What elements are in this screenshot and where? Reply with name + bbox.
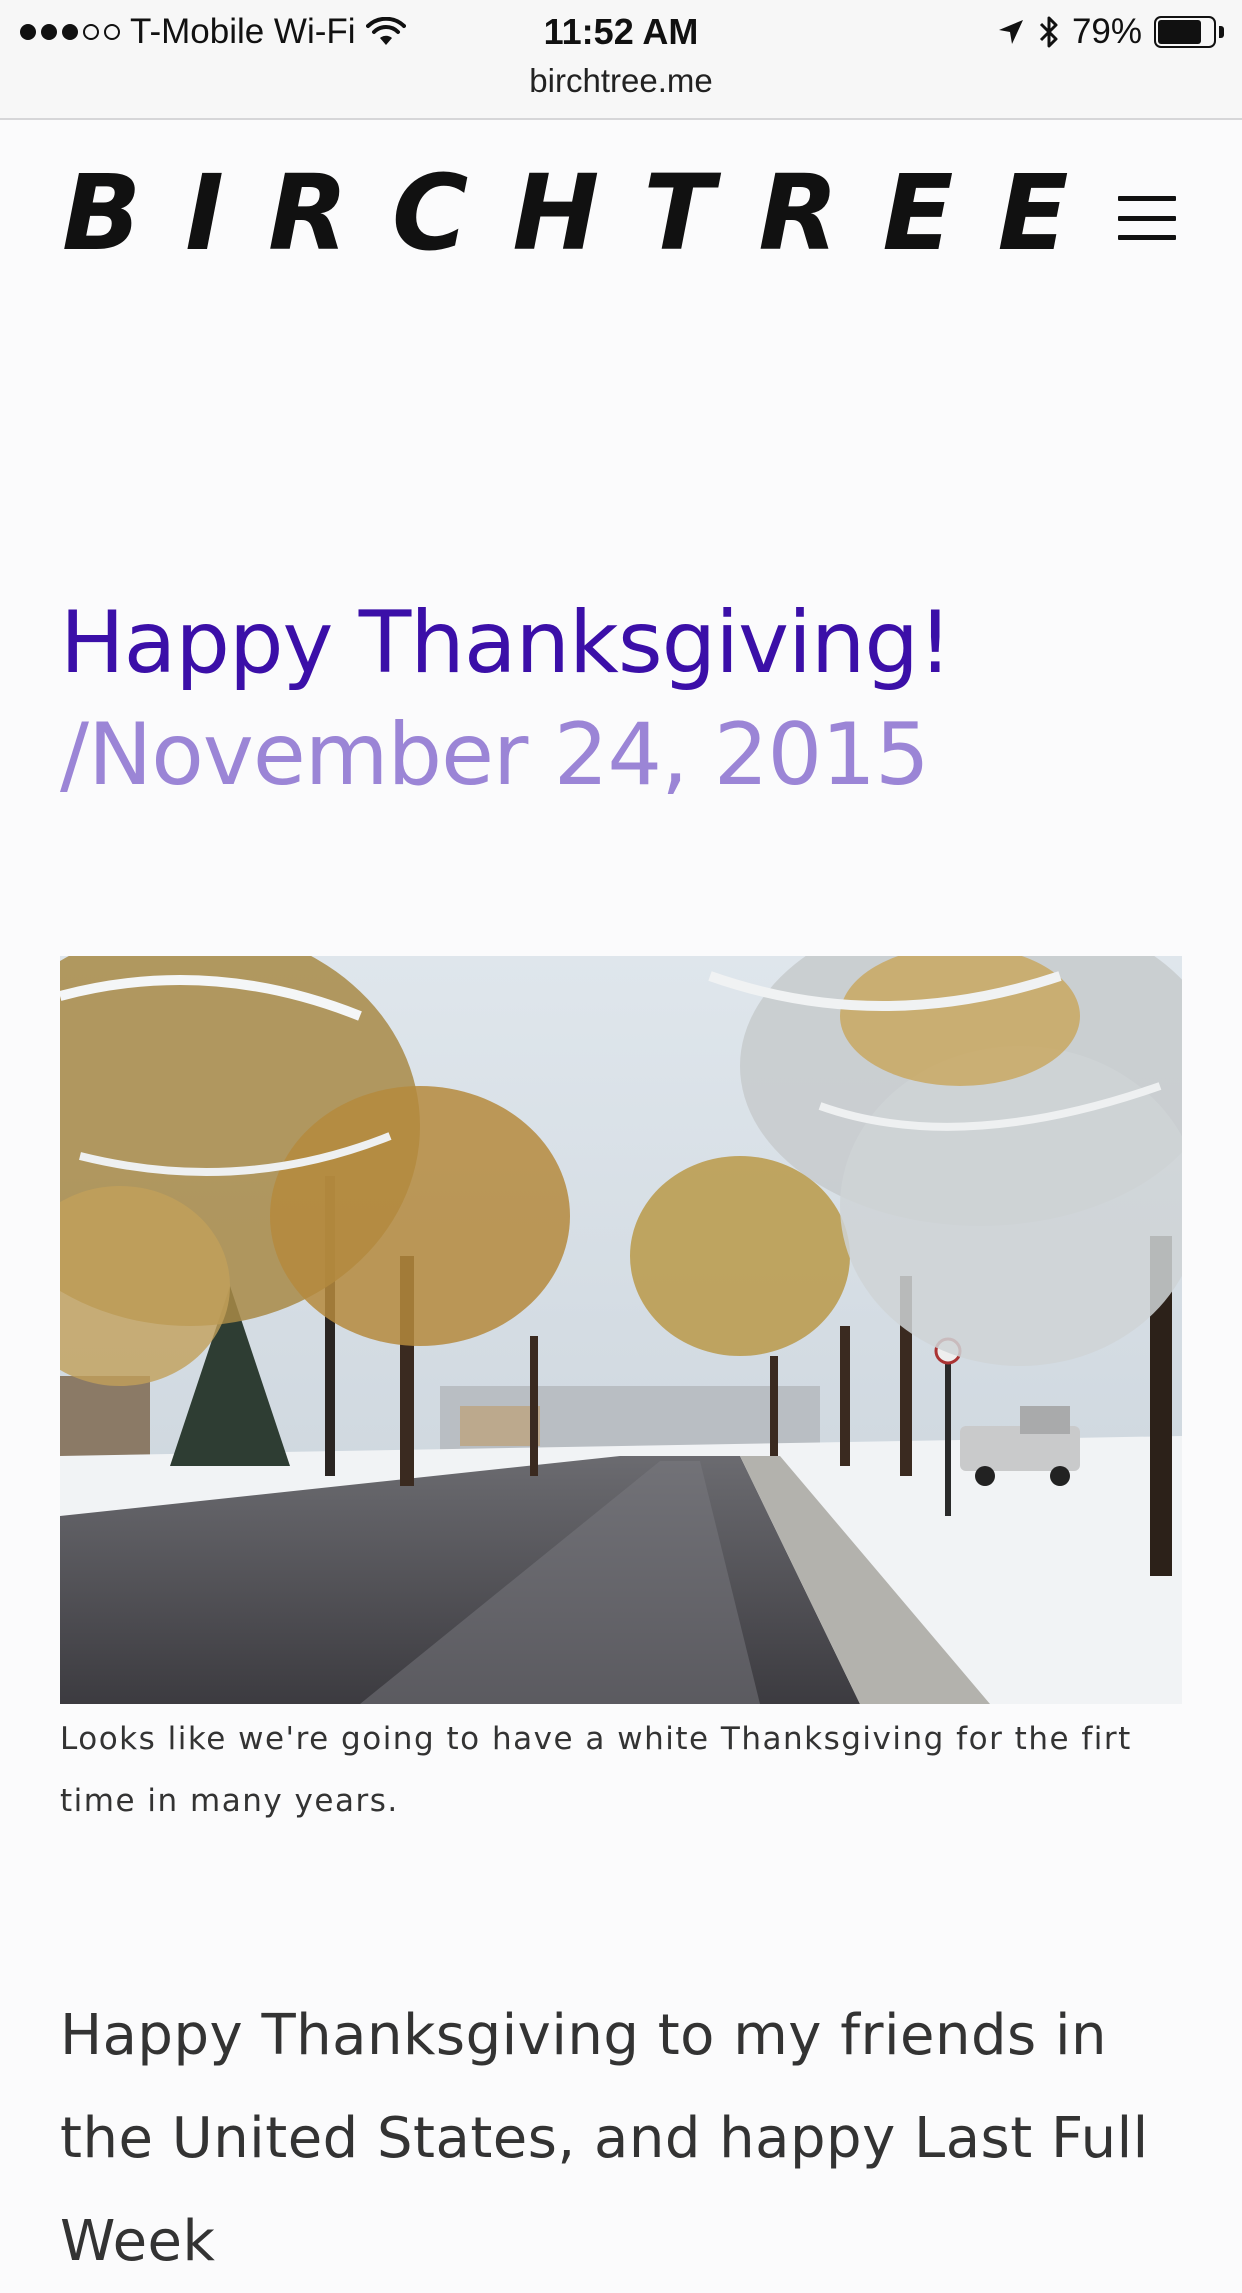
status-bar: T-Mobile Wi-Fi 11:52 AM 79% birchtree.me <box>0 0 1242 120</box>
photo-caption: Looks like we're going to have a white T… <box>60 1721 1132 1819</box>
post-title[interactable]: Happy Thanksgiving! <box>60 588 1180 698</box>
hamburger-menu-icon[interactable] <box>1118 196 1176 240</box>
post-photo <box>60 956 1182 1704</box>
battery-percent: 79% <box>1071 12 1142 51</box>
status-right: 79% <box>996 10 1224 54</box>
snowy-street-image <box>60 956 1182 1704</box>
bluetooth-icon <box>1039 16 1058 48</box>
post-date-link[interactable]: /November 24, 2015 <box>60 700 1180 810</box>
url-bar[interactable]: birchtree.me <box>0 58 1242 104</box>
location-arrow-icon <box>998 20 1023 44</box>
site-logo[interactable]: BIRCHTREE <box>62 158 1113 268</box>
post-body-paragraph: Happy Thanksgiving to my friends in the … <box>60 2003 1149 2274</box>
battery-icon <box>1154 16 1224 48</box>
